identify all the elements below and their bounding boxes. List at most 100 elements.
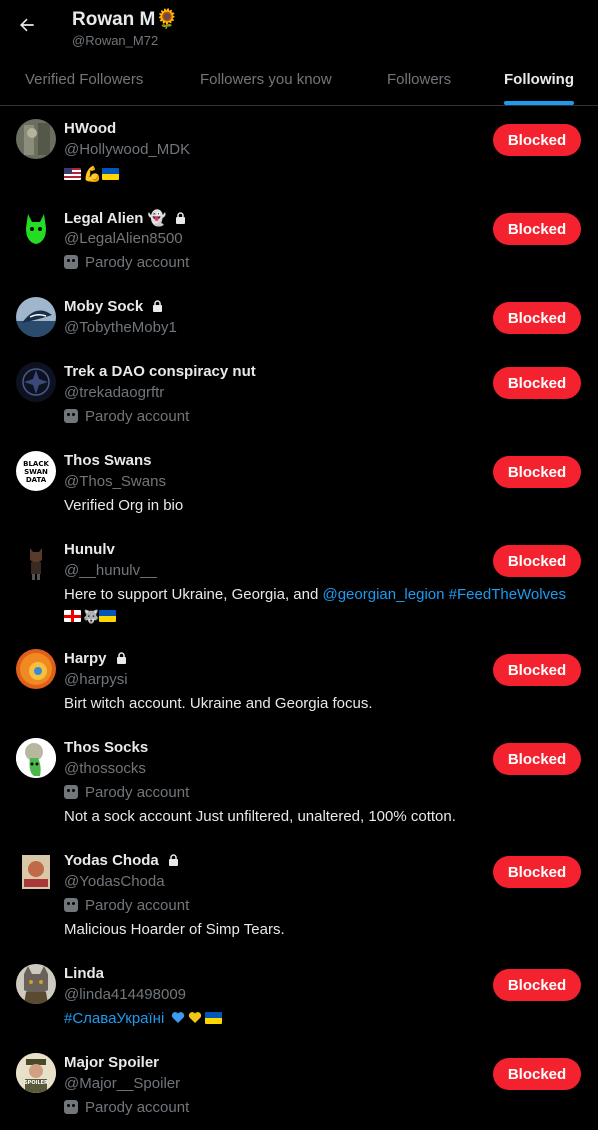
user-name[interactable]: Hunulv <box>64 541 115 558</box>
user-handle[interactable]: @linda414498009 <box>64 986 186 1003</box>
user-name[interactable]: Legal Alien 👻 <box>64 209 186 227</box>
user-name[interactable]: Thos Swans <box>64 452 152 469</box>
list-item[interactable]: Hunulv @__hunulv__ Here to support Ukrai… <box>0 528 598 637</box>
user-handle[interactable]: @Thos_Swans <box>64 473 166 490</box>
avatar[interactable] <box>16 540 56 580</box>
avatar[interactable] <box>16 649 56 689</box>
blocked-button[interactable]: Blocked <box>493 302 581 334</box>
tab-followers-you-know[interactable]: Followers you know <box>200 58 332 105</box>
avatar-logo-text: BLACK SWAN DATA <box>23 460 49 484</box>
parody-label: Parody account <box>64 408 189 425</box>
page-title: Rowan M🌻 <box>72 9 180 30</box>
hashtag-link[interactable]: #СлаваУкраїні <box>64 1010 164 1027</box>
blocked-button[interactable]: Blocked <box>493 124 581 156</box>
bio-text: Here to support Ukraine, Georgia, and <box>64 586 323 603</box>
profile-header: Rowan M🌻 @Rowan_M72 <box>0 0 598 58</box>
user-bio: Here to support Ukraine, Georgia, and @g… <box>64 586 566 603</box>
user-name-text: Moby Sock <box>64 298 144 315</box>
user-handle[interactable]: @TobytheMoby1 <box>64 319 177 336</box>
lock-icon <box>153 300 163 312</box>
lock-icon <box>116 652 126 664</box>
parody-text: Parody account <box>85 1099 190 1116</box>
blocked-button[interactable]: Blocked <box>493 856 581 888</box>
blocked-button[interactable]: Blocked <box>493 969 581 1001</box>
user-name-text: Yodas Choda <box>64 852 159 869</box>
blocked-button[interactable]: Blocked <box>493 213 581 245</box>
user-name[interactable]: Thos Socks <box>64 739 148 756</box>
tab-following-label: Following <box>504 71 574 88</box>
mask-icon <box>64 1100 78 1114</box>
list-item[interactable]: HWood @Hollywood_MDK 💪 Blocked <box>0 107 598 196</box>
user-name[interactable]: Harpy <box>64 650 127 667</box>
user-handle[interactable]: @LegalAlien8500 <box>64 230 183 247</box>
user-bio: Malicious Hoarder of Simp Tears. <box>64 921 285 938</box>
page-handle: @Rowan_M72 <box>72 33 159 48</box>
avatar[interactable] <box>16 119 56 159</box>
user-bio: Birt witch account. Ukraine and Georgia … <box>64 695 373 712</box>
parody-text: Parody account <box>85 897 190 914</box>
user-bio: Verified Org in bio <box>64 497 184 514</box>
avatar[interactable] <box>16 964 56 1004</box>
back-button[interactable] <box>12 10 42 40</box>
blocked-button[interactable]: Blocked <box>493 654 581 686</box>
list-item[interactable]: Thos Socks @thossocks Parody account Not… <box>0 726 598 839</box>
list-item[interactable]: Moby Sock @TobytheMoby1 Blocked <box>0 285 598 350</box>
mask-icon <box>64 785 78 799</box>
user-bio: Not a sock account Just unfiltered, unal… <box>64 808 456 825</box>
list-item[interactable]: Trek a DAO conspiracy nut @trekadaogrftr… <box>0 350 598 439</box>
lock-icon <box>176 212 186 224</box>
tab-verified-followers[interactable]: Verified Followers <box>25 58 143 105</box>
user-handle[interactable]: @Major__Spoiler <box>64 1075 180 1092</box>
avatar[interactable] <box>16 738 56 778</box>
list-item[interactable]: Legal Alien 👻 @LegalAlien8500 Parody acc… <box>0 196 598 285</box>
tab-bar: Verified Followers Followers you know Fo… <box>0 58 598 106</box>
tab-following[interactable]: Following <box>504 58 574 105</box>
list-item[interactable]: Harpy @harpysi Birt witch account. Ukrai… <box>0 637 598 726</box>
hashtag-link[interactable]: #FeedTheWolves <box>449 586 566 603</box>
avatar[interactable] <box>16 851 56 891</box>
bio-emojis: 🐺 <box>64 608 118 625</box>
us-flag-icon <box>64 168 81 180</box>
user-name[interactable]: HWood <box>64 120 116 137</box>
blocked-button[interactable]: Blocked <box>493 367 581 399</box>
list-item[interactable]: SPOILER Major Spoiler @Major__Spoiler Pa… <box>0 1041 598 1130</box>
blocked-button[interactable]: Blocked <box>493 456 581 488</box>
avatar[interactable] <box>16 297 56 337</box>
avatar[interactable] <box>16 208 56 248</box>
parody-label: Parody account <box>64 784 189 801</box>
mask-icon <box>64 409 78 423</box>
user-name[interactable]: Linda <box>64 965 104 982</box>
tab-followers[interactable]: Followers <box>387 58 451 105</box>
user-handle[interactable]: @thossocks <box>64 760 146 777</box>
user-handle[interactable]: @__hunulv__ <box>64 562 157 579</box>
flexed-biceps-icon: 💪 <box>83 166 102 183</box>
user-handle[interactable]: @harpysi <box>64 671 128 688</box>
lock-icon <box>168 854 178 866</box>
bio-emojis: 💪 <box>64 165 121 183</box>
avatar-badge-text: SPOILER <box>24 1080 48 1086</box>
active-tab-indicator <box>504 101 574 105</box>
user-name-text: Legal Alien 👻 <box>64 210 167 227</box>
parody-text: Parody account <box>85 254 190 271</box>
avatar[interactable]: SPOILER <box>16 1053 56 1093</box>
parody-text: Parody account <box>85 784 190 801</box>
mask-icon <box>64 898 78 912</box>
user-name[interactable]: Moby Sock <box>64 298 163 315</box>
parody-label: Parody account <box>64 897 189 914</box>
blocked-button[interactable]: Blocked <box>493 743 581 775</box>
mention-link[interactable]: @georgian_legion <box>322 586 444 603</box>
user-name[interactable]: Major Spoiler <box>64 1054 159 1071</box>
user-name[interactable]: Trek a DAO conspiracy nut <box>64 363 256 380</box>
list-item[interactable]: BLACK SWAN DATA Thos Swans @Thos_Swans V… <box>0 439 598 528</box>
georgia-flag-icon <box>64 610 81 622</box>
blocked-button[interactable]: Blocked <box>493 545 581 577</box>
user-handle[interactable]: @Hollywood_MDK <box>64 141 190 158</box>
avatar[interactable]: BLACK SWAN DATA <box>16 451 56 491</box>
user-name[interactable]: Yodas Choda <box>64 852 179 869</box>
blocked-button[interactable]: Blocked <box>493 1058 581 1090</box>
list-item[interactable]: Yodas Choda @YodasChoda Parody account M… <box>0 839 598 952</box>
list-item[interactable]: Linda @linda414498009 #СлаваУкраїні Bloc… <box>0 952 598 1041</box>
user-handle[interactable]: @trekadaogrftr <box>64 384 164 401</box>
avatar[interactable] <box>16 362 56 402</box>
user-handle[interactable]: @YodasChoda <box>64 873 165 890</box>
